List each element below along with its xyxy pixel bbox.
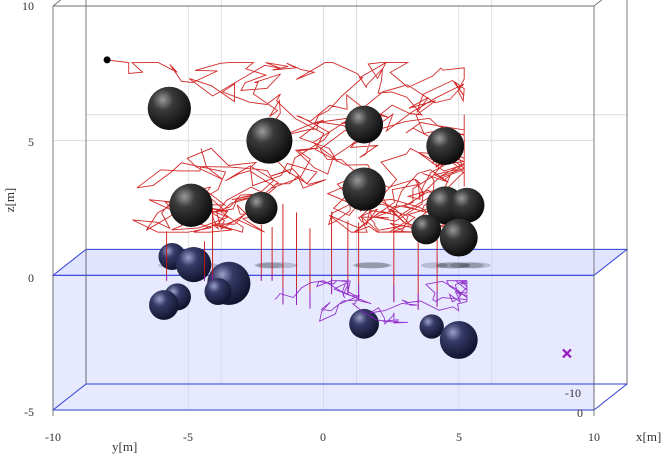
sphere-below-water bbox=[419, 314, 444, 339]
sphere-shadow bbox=[254, 262, 284, 269]
z-axis-label: z[m] bbox=[2, 188, 17, 213]
water-edge bbox=[593, 383, 628, 411]
start-marker bbox=[103, 56, 111, 64]
sphere-below-water bbox=[149, 290, 179, 320]
z-tick-label: 10 bbox=[22, 0, 34, 13]
y-tick-label: -10 bbox=[565, 386, 581, 400]
water-surface bbox=[51, 248, 629, 276]
sphere-above-water bbox=[169, 183, 213, 227]
sphere-above-water bbox=[439, 218, 478, 257]
y-axis-label: y[m] bbox=[112, 439, 137, 454]
frame-edge bbox=[52, 0, 62, 7]
sphere-above-water bbox=[426, 127, 465, 165]
z-tick-label: -5 bbox=[24, 405, 34, 419]
x-tick-label: 10 bbox=[588, 430, 600, 444]
x-tick-label: -5 bbox=[183, 430, 193, 444]
z-tick-label: 0 bbox=[28, 271, 34, 285]
sphere-above-water bbox=[147, 86, 191, 130]
sphere-above-water bbox=[449, 187, 485, 223]
y-tick-label: 0 bbox=[577, 406, 583, 420]
sphere-below-water bbox=[204, 277, 232, 306]
sphere-shadow bbox=[420, 262, 448, 269]
frame-edge bbox=[593, 0, 603, 7]
x-tick-label: 5 bbox=[456, 430, 462, 444]
x-tick-label: -10 bbox=[45, 430, 61, 444]
sphere-below-water bbox=[176, 246, 212, 283]
sphere-shadow bbox=[449, 262, 484, 269]
sphere-above-water bbox=[345, 105, 384, 144]
sphere-below-water bbox=[349, 308, 379, 339]
sphere-below-water bbox=[439, 321, 478, 359]
chart-canvas: 10 5 0 -5 -10 -5 0 5 10 -10 0 z[m] y[m] … bbox=[2, 0, 661, 454]
sphere-above-water bbox=[342, 167, 386, 211]
z-tick-label: 5 bbox=[28, 135, 34, 149]
water-front-face bbox=[52, 274, 595, 411]
sphere-above-water bbox=[245, 191, 278, 225]
water-volume bbox=[51, 248, 629, 411]
x-axis-label: x[m] bbox=[636, 429, 661, 444]
x-tick-label: 0 bbox=[320, 430, 326, 444]
sphere-above-water bbox=[411, 214, 442, 245]
sphere-above-water bbox=[246, 117, 293, 164]
